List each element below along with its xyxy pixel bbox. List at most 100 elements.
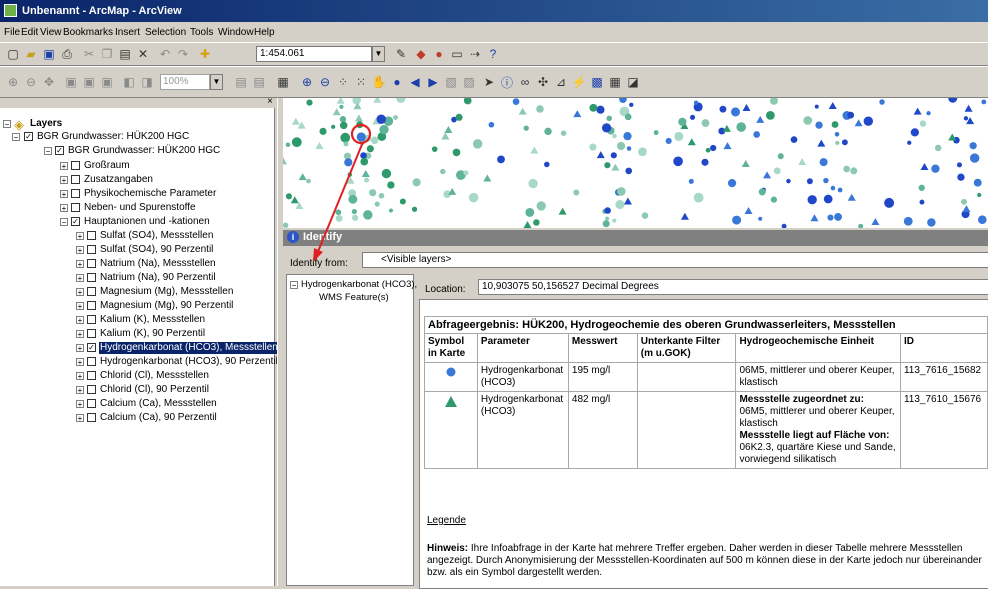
map-view[interactable] — [283, 98, 988, 228]
tree-layer-node[interactable]: Hydrogenkarbonat (HCO3), — [301, 279, 417, 291]
expand-toggle-icon[interactable]: + — [60, 162, 68, 171]
expand-toggle-icon[interactable]: + — [76, 288, 84, 297]
expand-toggle-icon[interactable]: + — [76, 400, 84, 409]
expand-toggle-icon[interactable]: + — [76, 414, 84, 423]
layer-checkbox[interactable] — [87, 273, 96, 282]
clear-selection-icon[interactable]: ▨ — [460, 73, 478, 91]
map-scale-field[interactable]: 1:454.061 — [256, 46, 372, 62]
layer-checkbox[interactable] — [87, 287, 96, 296]
expand-toggle-icon[interactable]: + — [76, 260, 84, 269]
toc-category[interactable]: Physikochemische Parameter — [84, 188, 216, 200]
menu-view[interactable]: View — [40, 27, 62, 38]
toc-category[interactable]: Neben- und Spurenstoffe — [84, 202, 196, 214]
tree-feature-node[interactable]: WMS Feature(s) — [319, 292, 389, 304]
toc-layer-item[interactable]: Calcium (Ca), 90 Perzentil — [100, 412, 217, 424]
python-window-icon[interactable]: ● — [430, 45, 448, 63]
time-slider-icon[interactable]: ▦ — [606, 73, 624, 91]
close-icon[interactable]: × — [267, 96, 273, 107]
layer-checkbox[interactable] — [71, 175, 80, 184]
expand-toggle-icon[interactable]: + — [76, 344, 84, 353]
editor-toolbar-icon[interactable]: ✎ — [392, 45, 410, 63]
cut-icon[interactable]: ✂ — [80, 45, 98, 63]
layout-back-icon[interactable]: ◧ — [120, 73, 138, 91]
scale-dropdown-icon[interactable]: ▼ — [372, 46, 385, 62]
toggle-draft-mode-icon[interactable]: ▤ — [232, 73, 250, 91]
toc-service-layer[interactable]: BGR Grundwasser: HÜK200 HGC — [37, 131, 189, 143]
layout-zoom-in-icon[interactable]: ⊕ — [4, 73, 22, 91]
collapse-toggle-icon[interactable]: − — [3, 120, 11, 129]
menu-bookmarks[interactable]: Bookmarks — [63, 27, 113, 38]
toc-layer-item[interactable]: Calcium (Ca), Messstellen — [100, 398, 217, 410]
toc-layer-item[interactable]: Magnesium (Mg), 90 Perzentil — [100, 300, 233, 312]
toc-layer-item[interactable]: Hydrogenkarbonat (HCO3), 90 Perzentil — [100, 356, 278, 368]
collapse-toggle-icon[interactable]: − — [60, 218, 68, 227]
layout-full-extent-icon[interactable]: ▣ — [98, 73, 116, 91]
expand-toggle-icon[interactable]: + — [76, 274, 84, 283]
zoom-in-icon[interactable]: ⊕ — [298, 73, 316, 91]
focus-data-frame-icon[interactable]: ▤ — [250, 73, 268, 91]
zoom-percent-dropdown-icon[interactable]: ▼ — [210, 74, 223, 90]
expand-toggle-icon[interactable]: + — [76, 232, 84, 241]
layer-checkbox[interactable] — [87, 385, 96, 394]
layer-checkbox[interactable] — [87, 371, 96, 380]
menu-insert[interactable]: Insert — [115, 27, 140, 38]
toc-layer-item[interactable]: Natrium (Na), 90 Perzentil — [100, 272, 216, 284]
new-document-icon[interactable]: ▢ — [4, 45, 22, 63]
select-elements-arrow-icon[interactable]: ➤ — [480, 73, 498, 91]
layer-checkbox[interactable]: ✓ — [55, 146, 64, 155]
layout-zoom-out-icon[interactable]: ⊖ — [22, 73, 40, 91]
expand-toggle-icon[interactable]: + — [76, 330, 84, 339]
paste-icon[interactable]: ▤ — [116, 45, 134, 63]
arctoolbox-icon[interactable]: ◆ — [412, 45, 430, 63]
menu-tools[interactable]: Tools — [190, 27, 213, 38]
layer-checkbox[interactable] — [87, 231, 96, 240]
layer-checkbox[interactable] — [71, 161, 80, 170]
go-forward-icon[interactable]: ▶ — [424, 73, 442, 91]
menu-window[interactable]: Window — [218, 27, 254, 38]
layer-checkbox[interactable] — [71, 189, 80, 198]
collapse-toggle-icon[interactable]: − — [290, 281, 298, 290]
change-layout-icon[interactable]: ▦ — [274, 73, 292, 91]
layer-checkbox[interactable] — [87, 399, 96, 408]
layer-checkbox[interactable] — [87, 329, 96, 338]
toc-category[interactable]: Hauptanionen und -kationen — [84, 216, 210, 228]
expand-toggle-icon[interactable]: + — [60, 190, 68, 199]
go-to-xy-icon[interactable]: ✣ — [534, 73, 552, 91]
add-data-icon[interactable]: ✚ — [196, 45, 214, 63]
layer-checkbox[interactable] — [87, 357, 96, 366]
toc-layer-item[interactable]: Chlorid (Cl), 90 Perzentil — [100, 384, 209, 396]
expand-toggle-icon[interactable]: + — [76, 372, 84, 381]
hyperlink-lightning-icon[interactable]: ⚡ — [570, 73, 588, 91]
layer-checkbox[interactable]: ✓ — [71, 217, 80, 226]
toc-group-layer[interactable]: BGR Grundwasser: HÜK200 HGC — [68, 145, 220, 157]
expand-toggle-icon[interactable]: + — [76, 386, 84, 395]
toc-layer-item[interactable]: Chlorid (Cl), Messstellen — [100, 370, 209, 382]
fixed-zoom-out-icon[interactable]: ⁙ — [352, 73, 370, 91]
menu-edit[interactable]: Edit — [21, 27, 38, 38]
copy-icon[interactable]: ❐ — [98, 45, 116, 63]
layer-checkbox[interactable] — [87, 259, 96, 268]
save-icon[interactable]: ▣ — [40, 45, 58, 63]
print-icon[interactable]: ⎙ — [58, 45, 76, 63]
create-viewer-window-icon[interactable]: ◪ — [624, 73, 642, 91]
layer-checkbox[interactable] — [87, 301, 96, 310]
location-value-field[interactable]: 10,903075 50,156527 Decimal Degrees — [478, 279, 988, 295]
layout-zoom-percent[interactable]: 100% — [160, 74, 210, 90]
expand-toggle-icon[interactable]: + — [60, 176, 68, 185]
delete-icon[interactable]: ✕ — [134, 45, 152, 63]
expand-toggle-icon[interactable]: + — [76, 316, 84, 325]
expand-toggle-icon[interactable]: + — [76, 302, 84, 311]
expand-toggle-icon[interactable]: + — [60, 204, 68, 213]
layer-checkbox[interactable] — [87, 315, 96, 324]
pan-hand-icon[interactable]: ✋ — [370, 73, 388, 91]
expand-toggle-icon[interactable]: + — [76, 246, 84, 255]
identify-from-dropdown[interactable]: <Visible layers> — [362, 252, 988, 268]
html-popup-icon[interactable]: ▩ — [588, 73, 606, 91]
identify-info-icon[interactable]: ⓘ — [498, 73, 516, 91]
layout-forward-icon[interactable]: ◨ — [138, 73, 156, 91]
toc-category[interactable]: Zusatzangaben — [84, 174, 153, 186]
layer-checkbox[interactable] — [87, 413, 96, 422]
zoom-out-icon[interactable]: ⊖ — [316, 73, 334, 91]
legende-link[interactable]: Legende — [427, 515, 466, 526]
toc-layer-item[interactable]: Natrium (Na), Messstellen — [100, 258, 216, 270]
